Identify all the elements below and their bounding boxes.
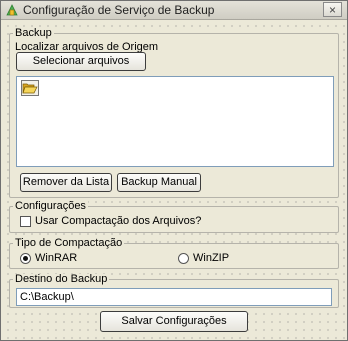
select-files-button[interactable]: Selecionar arquivos: [16, 52, 146, 71]
winrar-radio[interactable]: [20, 253, 31, 264]
winrar-label[interactable]: WinRAR: [35, 252, 77, 264]
client-area: Backup Localizar arquivos de Origem Sele…: [2, 20, 346, 339]
save-settings-button[interactable]: Salvar Configurações: [100, 311, 248, 332]
main-window: Configuração de Serviço de Backup × Back…: [0, 0, 348, 341]
window-title: Configuração de Serviço de Backup: [23, 3, 215, 17]
source-file-list[interactable]: [16, 76, 334, 167]
title-bar[interactable]: Configuração de Serviço de Backup ×: [1, 1, 347, 20]
destination-legend: Destino do Backup: [13, 273, 110, 285]
destination-field[interactable]: C:\Backup\: [16, 288, 332, 306]
compress-checkbox[interactable]: [20, 216, 31, 227]
compression-legend: Tipo de Compactação: [13, 237, 125, 249]
folder-open-icon: [22, 83, 38, 94]
close-button[interactable]: ×: [323, 2, 342, 17]
compress-label[interactable]: Usar Compactação dos Arquivos?: [35, 215, 201, 227]
settings-legend: Configurações: [13, 200, 88, 212]
file-list-item[interactable]: [21, 80, 39, 96]
manual-backup-button[interactable]: Backup Manual: [117, 173, 201, 192]
winzip-radio[interactable]: [178, 253, 189, 264]
winzip-label[interactable]: WinZIP: [193, 252, 229, 264]
backup-legend: Backup: [13, 27, 54, 39]
app-icon: [6, 4, 18, 16]
remove-from-list-button[interactable]: Remover da Lista: [20, 173, 112, 192]
